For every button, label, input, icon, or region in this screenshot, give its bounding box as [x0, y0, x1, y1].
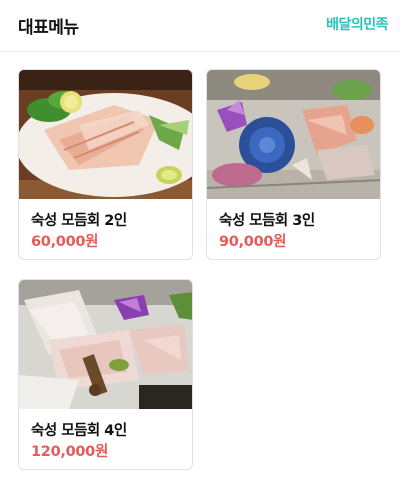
menu-header: 대표메뉴 배달의민족 — [0, 0, 400, 52]
menu-item-price: 60,000원 — [31, 234, 99, 250]
sashimi-platter-3-photo — [207, 70, 380, 199]
sashimi-platter-2-photo — [19, 70, 192, 199]
menu-item-name: 숙성 모듬회 4인 — [31, 423, 127, 439]
menu-card[interactable]: 숙성 모듬회 2인 60,000원 — [18, 69, 193, 260]
section-title: 대표메뉴 — [18, 18, 79, 38]
sashimi-platter-4-photo — [19, 280, 192, 409]
menu-card[interactable]: 숙성 모듬회 4인 120,000원 — [18, 279, 193, 470]
menu-item-price: 90,000원 — [219, 234, 287, 250]
menu-item-price: 120,000원 — [31, 444, 108, 460]
menu-item-name: 숙성 모듬회 3인 — [219, 213, 315, 229]
brand-link[interactable]: 배달의민족 — [326, 14, 388, 34]
menu-item-name: 숙성 모듬회 2인 — [31, 213, 127, 229]
menu-card[interactable]: 숙성 모듬회 3인 90,000원 — [206, 69, 381, 260]
